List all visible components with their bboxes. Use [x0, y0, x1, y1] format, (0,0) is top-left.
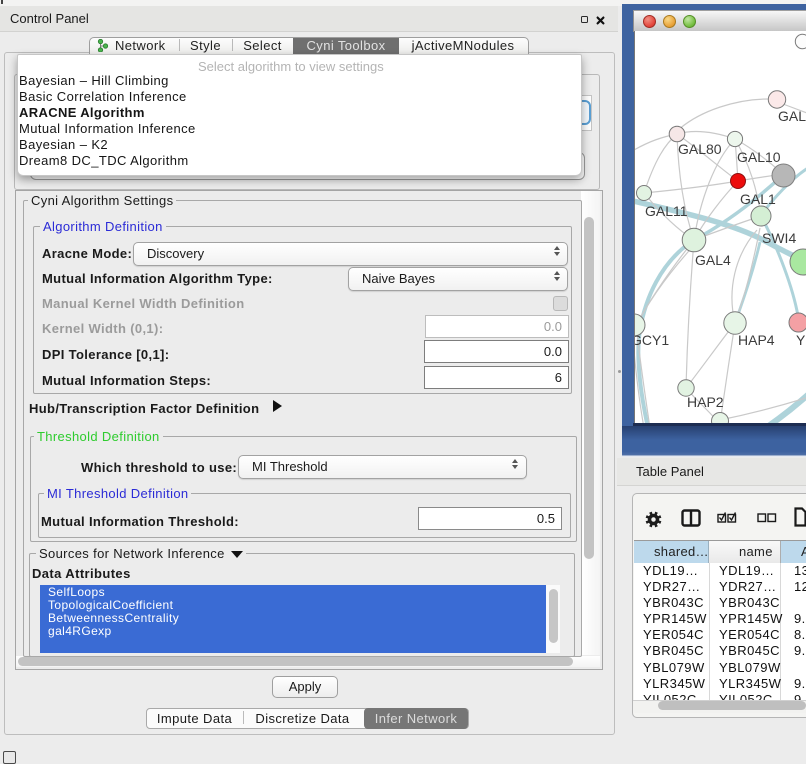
svg-text:GAL10: GAL10	[737, 149, 781, 165]
svg-text:SWI4: SWI4	[762, 230, 796, 246]
svg-text:HAP4: HAP4	[738, 332, 775, 348]
svg-text:GAL2: GAL2	[778, 108, 806, 124]
svg-text:GAL80: GAL80	[678, 141, 722, 157]
svg-text:HAP2: HAP2	[687, 394, 724, 410]
svg-text:GAL4: GAL4	[695, 252, 731, 268]
svg-text:GAL1: GAL1	[740, 191, 776, 207]
svg-text:GCY1: GCY1	[635, 332, 669, 348]
svg-text:GAL11: GAL11	[645, 203, 688, 219]
svg-text:YD: YD	[796, 332, 806, 348]
